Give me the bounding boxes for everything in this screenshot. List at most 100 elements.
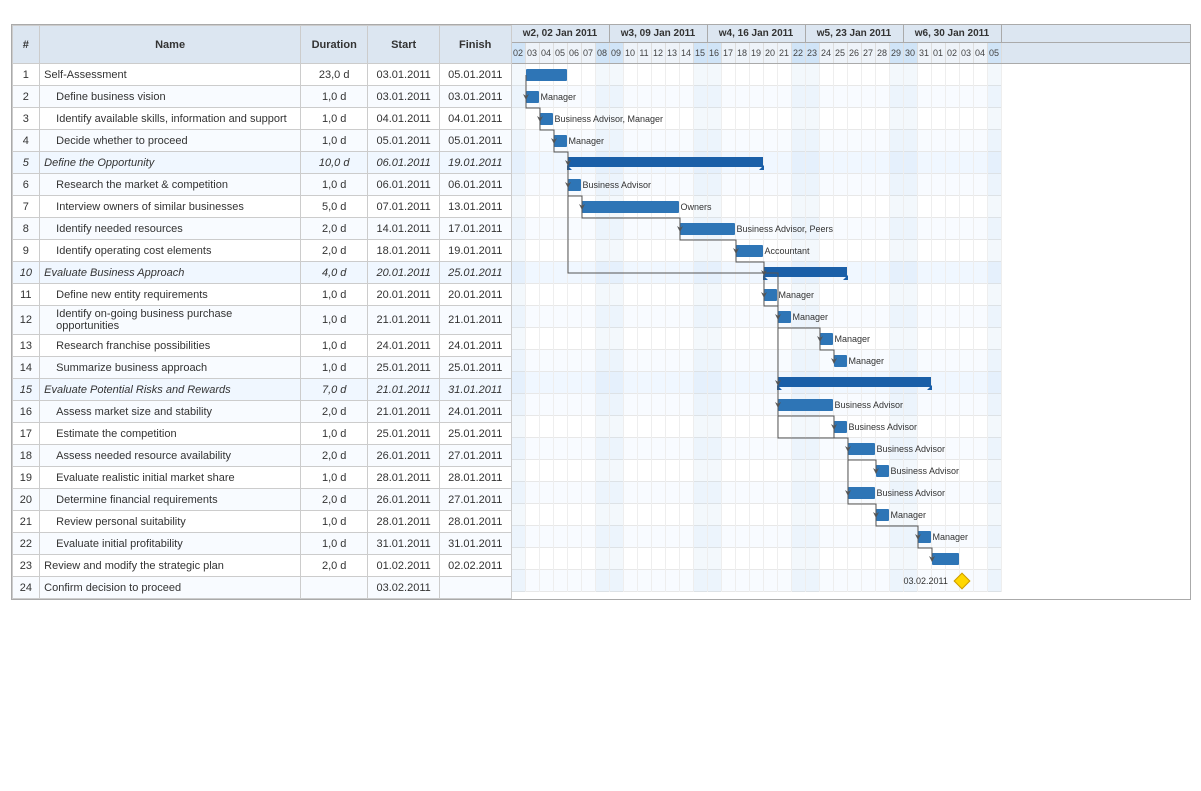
day-header-cell: 07 <box>582 43 596 63</box>
table-row-duration: 2,0 d <box>301 489 368 511</box>
chart-row <box>512 548 1002 570</box>
gantt-chart: # Name Duration Start Finish 1Self-Asses… <box>11 24 1191 600</box>
table-row-name: Evaluate realistic initial market share <box>40 467 301 489</box>
day-header-cell: 20 <box>764 43 778 63</box>
gantt-bar <box>736 245 763 257</box>
table-row-num: 7 <box>12 196 40 218</box>
table-row-finish: 20.01.2011 <box>439 284 511 306</box>
gantt-bar <box>834 355 847 367</box>
chart-row <box>512 284 1002 306</box>
table-row-start: 04.01.2011 <box>368 108 440 130</box>
table-row-duration: 1,0 d <box>301 86 368 108</box>
table-row-num: 24 <box>12 577 40 599</box>
gantt-bar <box>764 267 847 277</box>
day-header-cell: 08 <box>596 43 610 63</box>
milestone-label: 03.02.2011 <box>904 576 948 586</box>
week-header-cell: w4, 16 Jan 2011 <box>708 25 806 42</box>
table-row-start: 06.01.2011 <box>368 152 440 174</box>
table-row-duration: 1,0 d <box>301 284 368 306</box>
table-row-duration: 4,0 d <box>301 262 368 284</box>
gantt-bar-label: Business Advisor <box>583 179 652 191</box>
table-row-name: Decide whether to proceed <box>40 130 301 152</box>
table-row-num: 16 <box>12 401 40 423</box>
table-row-finish: 28.01.2011 <box>439 467 511 489</box>
table-row-name: Research the market & competition <box>40 174 301 196</box>
gantt-bar-label: Business Advisor <box>849 421 918 433</box>
table-row-duration: 2,0 d <box>301 401 368 423</box>
table-row-duration: 1,0 d <box>301 423 368 445</box>
table-row-name: Define the Opportunity <box>40 152 301 174</box>
day-header-cell: 14 <box>680 43 694 63</box>
gantt-bar <box>778 399 833 411</box>
table-row-duration: 2,0 d <box>301 445 368 467</box>
page-title <box>11 0 1191 24</box>
day-header-cell: 03 <box>526 43 540 63</box>
table-row-name: Evaluate initial profitability <box>40 533 301 555</box>
day-header-cell: 17 <box>722 43 736 63</box>
day-header-cell: 09 <box>610 43 624 63</box>
table-row-duration: 7,0 d <box>301 379 368 401</box>
table-row-start: 03.01.2011 <box>368 86 440 108</box>
table-row-finish: 19.01.2011 <box>439 240 511 262</box>
day-header-cell: 16 <box>708 43 722 63</box>
table-row-name: Evaluate Potential Risks and Rewards <box>40 379 301 401</box>
table-row-start: 01.02.2011 <box>368 555 440 577</box>
table-row-name: Determine financial requirements <box>40 489 301 511</box>
table-row-name: Review personal suitability <box>40 511 301 533</box>
table-row-start: 31.01.2011 <box>368 533 440 555</box>
table-row-num: 9 <box>12 240 40 262</box>
table-row-start: 03.02.2011 <box>368 577 440 599</box>
table-row-finish: 24.01.2011 <box>439 401 511 423</box>
table-row-finish: 25.01.2011 <box>439 423 511 445</box>
day-header-cell: 21 <box>778 43 792 63</box>
table-row-name: Self-Assessment <box>40 64 301 86</box>
week-header-cell: w5, 23 Jan 2011 <box>806 25 904 42</box>
gantt-bar-label: Manager <box>779 289 815 301</box>
table-row-name: Assess needed resource availability <box>40 445 301 467</box>
gantt-bar <box>876 465 889 477</box>
table-row-num: 20 <box>12 489 40 511</box>
table-row-start: 21.01.2011 <box>368 401 440 423</box>
left-table: # Name Duration Start Finish 1Self-Asses… <box>12 25 512 599</box>
table-row-name: Identify available skills, information a… <box>40 108 301 130</box>
gantt-bar <box>568 179 581 191</box>
table-row-start: 25.01.2011 <box>368 423 440 445</box>
header-num: # <box>12 26 40 64</box>
day-header-cell: 15 <box>694 43 708 63</box>
day-header-cell: 25 <box>834 43 848 63</box>
chart-row <box>512 416 1002 438</box>
day-header-cell: 03 <box>960 43 974 63</box>
table-row-duration: 2,0 d <box>301 240 368 262</box>
gantt-bar <box>526 91 539 103</box>
table-row-name: Summarize business approach <box>40 357 301 379</box>
table-row-duration: 2,0 d <box>301 218 368 240</box>
table-row-duration: 5,0 d <box>301 196 368 218</box>
gantt-bar <box>764 289 777 301</box>
table-row-duration: 2,0 d <box>301 555 368 577</box>
table-row-num: 6 <box>12 174 40 196</box>
table-row-num: 11 <box>12 284 40 306</box>
table-row-duration: 1,0 d <box>301 306 368 335</box>
gantt-bar <box>568 157 763 167</box>
chart-row <box>512 262 1002 284</box>
table-row-finish <box>439 577 511 599</box>
table-row-finish: 25.01.2011 <box>439 262 511 284</box>
table-row-num: 13 <box>12 335 40 357</box>
day-header-cell: 23 <box>806 43 820 63</box>
day-header-cell: 05 <box>554 43 568 63</box>
table-row-start: 14.01.2011 <box>368 218 440 240</box>
table-row-finish: 05.01.2011 <box>439 64 511 86</box>
table-row-finish: 27.01.2011 <box>439 489 511 511</box>
table-row-num: 5 <box>12 152 40 174</box>
gantt-bar <box>540 113 553 125</box>
table-row-start: 03.01.2011 <box>368 64 440 86</box>
week-header-cell: w2, 02 Jan 2011 <box>512 25 610 42</box>
table-row-num: 17 <box>12 423 40 445</box>
table-row-finish: 05.01.2011 <box>439 130 511 152</box>
gantt-bar <box>582 201 679 213</box>
table-row-start: 18.01.2011 <box>368 240 440 262</box>
gantt-bar <box>554 135 567 147</box>
day-header-cell: 29 <box>890 43 904 63</box>
table-row-finish: 17.01.2011 <box>439 218 511 240</box>
table-row-num: 15 <box>12 379 40 401</box>
